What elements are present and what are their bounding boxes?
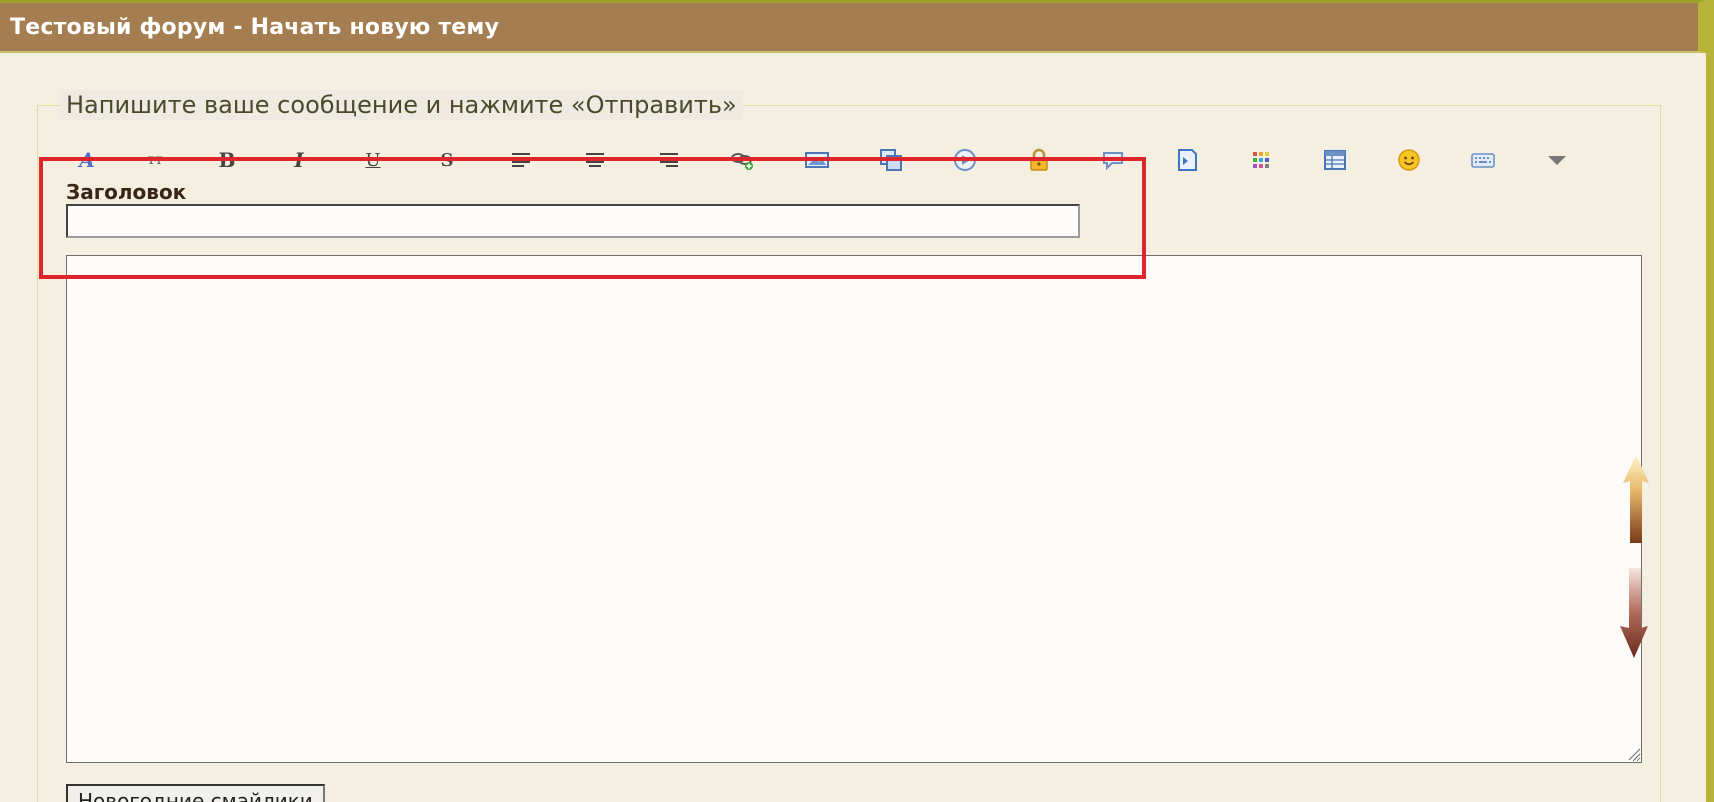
more-dropdown-button[interactable] — [1540, 143, 1574, 177]
video-button[interactable] — [948, 143, 982, 177]
font-color-button[interactable]: A — [70, 143, 104, 177]
new-year-smileys-button[interactable]: Новогодние смайлики — [66, 784, 325, 802]
strikethrough-icon: S — [440, 149, 454, 171]
page-header: Тестовый форум - Начать новую тему — [0, 0, 1706, 53]
quote-button[interactable] — [1096, 143, 1130, 177]
code-button[interactable] — [1170, 143, 1204, 177]
hide-lock-icon — [1030, 148, 1048, 171]
resize-grip-icon[interactable] — [1627, 747, 1641, 761]
keyboard-icon — [1471, 153, 1495, 168]
form-legend: Напишите ваше сообщение и нажмите «Отпра… — [60, 90, 743, 120]
font-size-icon: тт — [147, 152, 163, 168]
video-icon — [954, 149, 976, 171]
scroll-up-arrow-icon[interactable] — [1622, 455, 1650, 543]
smiley-icon — [1398, 149, 1420, 171]
align-right-button[interactable] — [652, 143, 686, 177]
bold-button[interactable]: B — [210, 143, 244, 177]
smiley-button[interactable] — [1392, 143, 1426, 177]
font-color-icon: A — [79, 148, 95, 172]
copy-button[interactable] — [874, 143, 908, 177]
color-palette-icon — [1253, 152, 1269, 168]
italic-button[interactable]: I — [282, 143, 316, 177]
chevron-down-icon — [1548, 156, 1566, 165]
quote-icon — [1103, 152, 1123, 171]
message-textarea[interactable] — [66, 255, 1642, 763]
underline-icon: U — [365, 149, 381, 171]
align-center-icon — [586, 153, 604, 167]
underline-button[interactable]: U — [356, 143, 390, 177]
subject-label: Заголовок — [66, 180, 187, 204]
link-button[interactable] — [726, 143, 760, 177]
font-size-button[interactable]: тт — [138, 143, 172, 177]
table-button[interactable] — [1318, 143, 1352, 177]
align-left-button[interactable] — [504, 143, 538, 177]
page: Тестовый форум - Начать новую тему Напиш… — [0, 0, 1714, 802]
bold-icon: B — [218, 148, 236, 172]
subject-input[interactable] — [66, 204, 1080, 238]
scroll-down-arrow-icon[interactable] — [1619, 568, 1649, 658]
align-left-icon — [512, 153, 530, 167]
image-button[interactable] — [800, 143, 834, 177]
code-icon — [1178, 149, 1197, 171]
page-title: Тестовый форум - Начать новую тему — [10, 15, 500, 40]
page-right-border — [1706, 0, 1714, 802]
keyboard-button[interactable] — [1466, 143, 1500, 177]
editor-toolbar: A тт B I U S — [70, 143, 1610, 177]
align-right-icon — [660, 153, 678, 167]
strikethrough-button[interactable]: S — [430, 143, 464, 177]
hide-button[interactable] — [1022, 143, 1056, 177]
table-icon — [1324, 150, 1346, 170]
image-icon — [805, 152, 829, 168]
copy-icon — [880, 149, 902, 171]
italic-icon: I — [294, 148, 304, 172]
link-icon — [731, 153, 753, 170]
color-palette-button[interactable] — [1244, 143, 1278, 177]
align-center-button[interactable] — [578, 143, 612, 177]
